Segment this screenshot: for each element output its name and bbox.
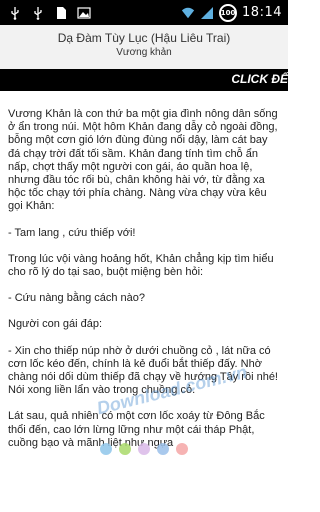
image-icon	[77, 6, 91, 20]
paragraph: Vương Khản là con thứ ba một gia đình nô…	[8, 108, 278, 213]
title-bar: Dạ Đàm Tùy Lục (Hậu Liêu Trai) Vương khả…	[0, 25, 288, 69]
sd-card-icon	[54, 6, 68, 20]
wifi-icon	[181, 6, 195, 20]
chapter-subtitle: Vương khản	[116, 47, 172, 58]
paragraph: - Cứu nàng bằng cách nào?	[8, 292, 146, 305]
clock: 18:14	[242, 5, 282, 20]
page-dot[interactable]	[157, 443, 169, 455]
paragraph: - Xin cho thiếp núp nhờ ở dưới chuồng cỏ…	[8, 344, 278, 397]
page-dot[interactable]	[100, 443, 112, 455]
battery-icon: 100	[219, 3, 238, 22]
signal-icon	[200, 6, 214, 20]
usb-debug-icon	[31, 6, 45, 20]
page-dot[interactable]	[176, 443, 188, 455]
page-dot[interactable]	[138, 443, 150, 455]
ad-banner-text[interactable]: CLICK ĐỂ	[231, 72, 288, 86]
ad-banner[interactable]: CLICK ĐỂ	[0, 69, 288, 91]
usb-icon	[8, 6, 22, 20]
page-title: Dạ Đàm Tùy Lục (Hậu Liêu Trai)	[57, 31, 231, 45]
page-dot[interactable]	[119, 443, 131, 455]
paragraph: - Tam lang , cứu thiếp với!	[8, 226, 136, 239]
status-bar: 100 18:14	[0, 0, 288, 25]
page-indicator	[0, 443, 288, 455]
paragraph: Trong lúc vội vàng hoảng hốt, Khản chẳng…	[8, 252, 274, 279]
paragraph: Người con gái đáp:	[8, 318, 103, 331]
